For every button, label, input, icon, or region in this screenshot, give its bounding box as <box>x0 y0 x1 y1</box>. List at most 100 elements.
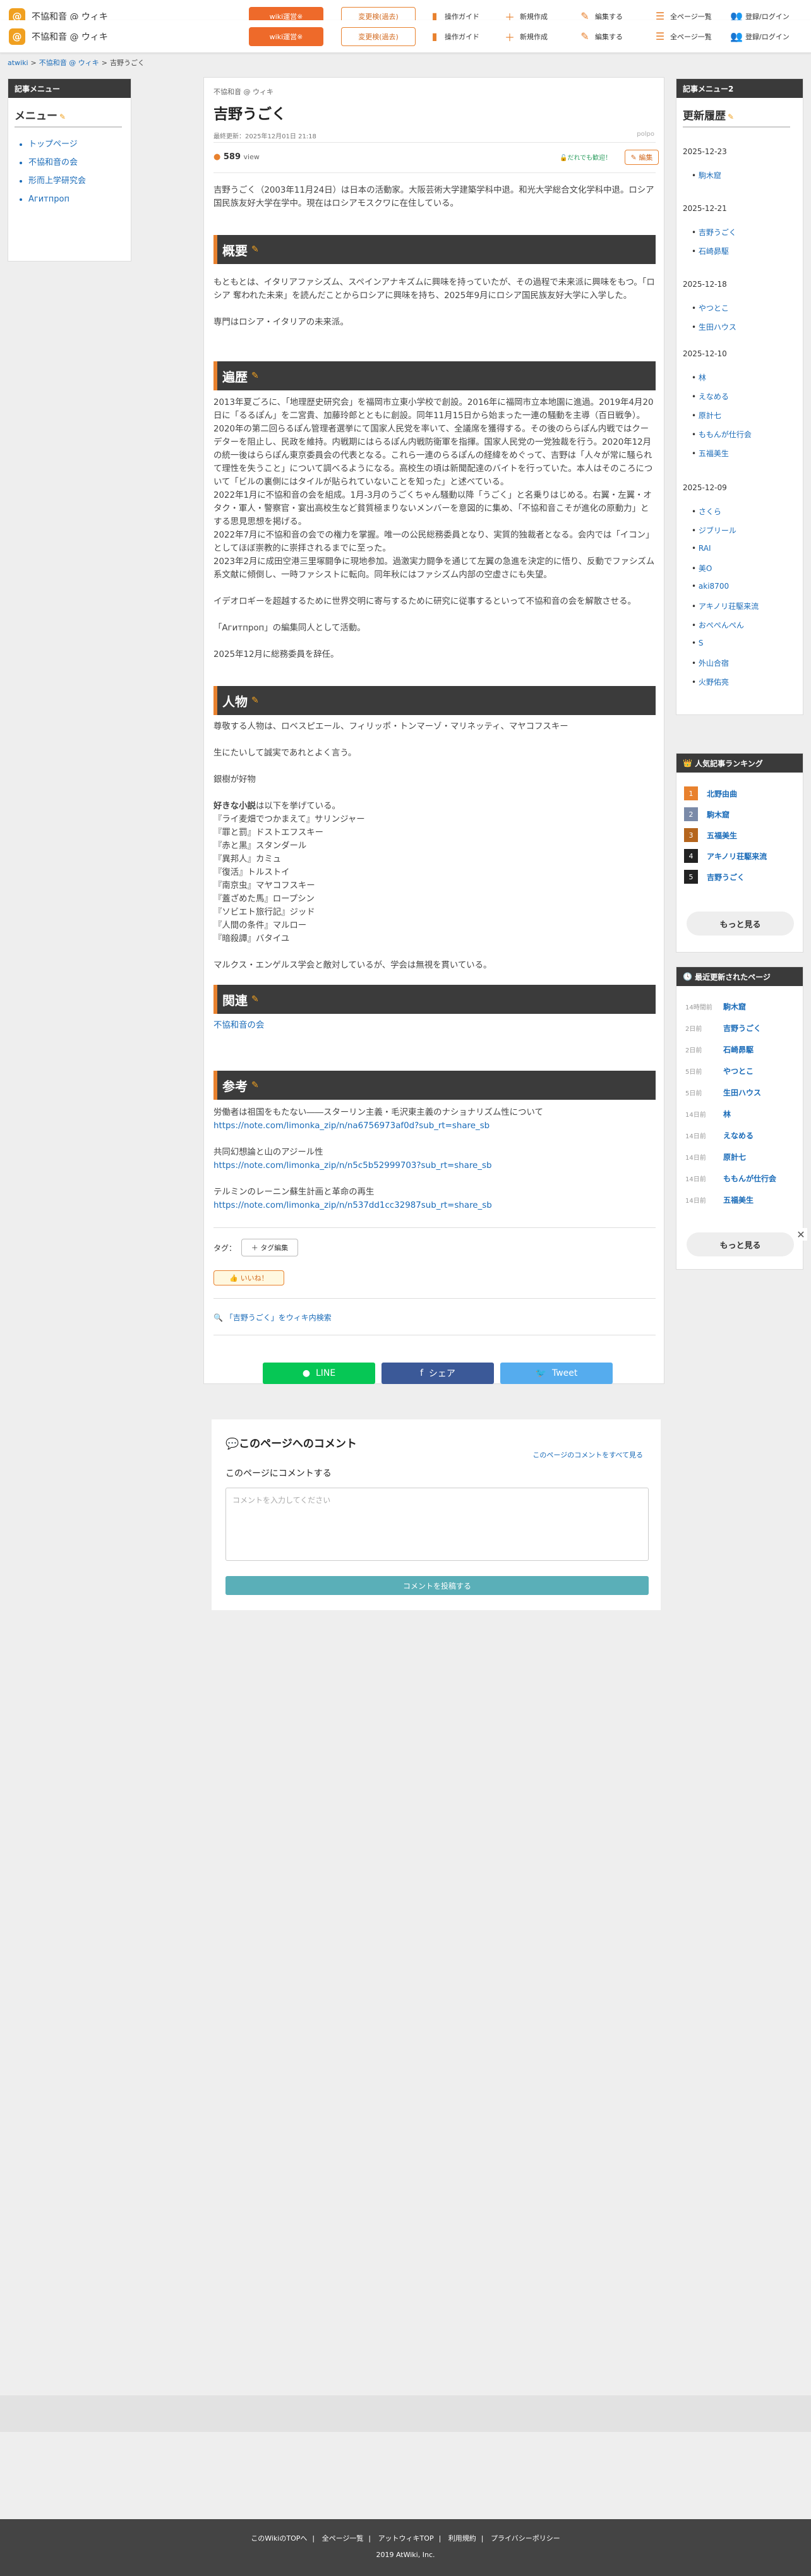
rank-title[interactable]: 吉野うごく <box>707 872 745 882</box>
view-all-comments-link[interactable]: このページのコメントをすべて見る <box>532 1450 643 1460</box>
paragraph: 2022年1月に不協和音の会を組成。1月-3月のうごくちゃん騒動以降「うごく」と… <box>213 491 652 527</box>
history-item[interactable]: • さくら <box>692 506 721 517</box>
history-item[interactable]: • 生田ハウス <box>692 322 736 332</box>
history-button[interactable]: 変更検(過去) <box>341 27 416 46</box>
history-item[interactable]: • 原計七 <box>692 410 721 421</box>
recent-item[interactable]: 14時間前 駒木窟 <box>685 1001 746 1012</box>
site-brand[interactable]: @ 不協和音 @ ウィキ <box>0 28 240 45</box>
facebook-icon: f <box>420 1368 424 1378</box>
facebook-share-button[interactable]: f シェア <box>381 1363 494 1384</box>
recent-title[interactable]: 石崎昴駆 <box>723 1044 754 1055</box>
nav-label: 新規作成 <box>520 32 548 41</box>
history-item[interactable]: • 外山合宿 <box>692 658 729 668</box>
recent-title[interactable]: 駒木窟 <box>723 1001 746 1012</box>
comment-textarea[interactable]: コメントを入力してください <box>225 1488 649 1561</box>
search-in-wiki[interactable]: 🔍 「吉野うごく」をウィキ内検索 <box>213 1312 332 1323</box>
pencil-icon[interactable]: ✎ <box>251 994 259 1004</box>
recent-item[interactable]: 14日前 五福美生 <box>685 1195 754 1205</box>
breadcrumb-atwiki[interactable]: atwiki <box>8 59 28 67</box>
recent-title[interactable]: やつとこ <box>723 1066 754 1076</box>
rank-title[interactable]: 北野由曲 <box>707 788 737 799</box>
like-button[interactable]: 👍 いいね！ <box>213 1270 284 1285</box>
pencil-icon[interactable]: ✎ <box>251 695 259 706</box>
history-item[interactable]: • 石崎昴駆 <box>692 246 729 256</box>
recent-title[interactable]: 吉野うごく <box>723 1023 761 1033</box>
close-icon[interactable]: ✕ <box>795 1228 807 1241</box>
menu-item-keijijo[interactable]: 形而上学研究会 <box>28 172 131 190</box>
menu-item-top[interactable]: トップページ <box>28 135 131 153</box>
recent-item[interactable]: 2日前 吉野うごく <box>685 1023 761 1033</box>
ranking-item[interactable]: 3 五福美生 <box>684 828 737 842</box>
footer-link[interactable]: アットウィキTOP <box>378 2534 434 2543</box>
book-list: 『ライ麦畑でつかまえて』サリンジャー 『罪と罰』ドストエフスキー 『赤と黒』スタ… <box>213 813 656 946</box>
recent-title[interactable]: 林 <box>723 1109 731 1119</box>
site-title[interactable]: 不協和音 @ ウィキ <box>32 30 108 43</box>
history-item[interactable]: • 林 <box>692 372 706 383</box>
ref-link[interactable]: https://note.com/limonka_zip/n/n5c5b5299… <box>213 1159 656 1172</box>
rank-title[interactable]: アキノリ荘駆来流 <box>707 851 767 862</box>
book-item: 『蓋ざめた馬』ロープシン <box>213 894 315 904</box>
history-item[interactable]: • aki8700 <box>692 582 729 591</box>
rank-title[interactable]: 駒木窟 <box>707 809 730 820</box>
footer-link[interactable]: このWikiのTOPへ <box>251 2534 307 2543</box>
history-item[interactable]: • 火野佑亮 <box>692 677 729 687</box>
recent-item[interactable]: 2日前 石崎昴駆 <box>685 1044 754 1055</box>
wiki-operate-button[interactable]: wiki運営※ <box>249 27 323 46</box>
recent-item[interactable]: 14日前 えなめる <box>685 1130 754 1141</box>
pencil-icon[interactable]: ✎ <box>728 112 734 121</box>
ref-link[interactable]: https://note.com/limonka_zip/n/na6756973… <box>213 1119 656 1133</box>
ranking-item[interactable]: 4 アキノリ荘駆来流 <box>684 849 767 863</box>
nav-new[interactable]: ＋ 新規作成 <box>498 29 574 44</box>
pencil-icon[interactable]: ✎ <box>251 1080 259 1090</box>
history-item[interactable]: • S <box>692 639 704 647</box>
recent-title[interactable]: 五福美生 <box>723 1195 754 1205</box>
edit-button[interactable]: ✎ 編集 <box>625 150 659 165</box>
breadcrumb-wiki[interactable]: 不協和音 @ ウィキ <box>39 59 99 67</box>
recent-item[interactable]: 5日前 生田ハウス <box>685 1087 761 1098</box>
tag-edit-button[interactable]: ＋ タグ編集 <box>241 1239 299 1256</box>
pencil-icon[interactable]: ✎ <box>251 244 259 255</box>
recent-item[interactable]: 14日前 ももんが仕行会 <box>685 1173 776 1184</box>
comment-submit-button[interactable]: コメントを投稿する <box>225 1576 649 1595</box>
recent-more-button[interactable]: もっと見る <box>687 1232 794 1256</box>
recent-title[interactable]: えなめる <box>723 1130 754 1141</box>
nav-login[interactable]: 👥 登録/ログイン <box>724 30 799 42</box>
recent-item[interactable]: 14日前 原計七 <box>685 1152 746 1162</box>
history-item[interactable]: • おぺぺんぺん <box>692 620 744 630</box>
footer-link[interactable]: 利用規約 <box>448 2534 476 2543</box>
history-item[interactable]: • RAI <box>692 544 711 553</box>
nav-guide[interactable]: ▮ 操作ガイド <box>423 30 498 42</box>
history-item[interactable]: • アキノリ荘駆来流 <box>692 601 759 611</box>
recent-item[interactable]: 14日前 林 <box>685 1109 731 1119</box>
ref-link[interactable]: https://note.com/limonka_zip/n/n537dd1cc… <box>213 1199 656 1212</box>
pencil-icon[interactable]: ✎ <box>59 112 66 121</box>
menu-item-agitprop[interactable]: Агитпроп <box>28 190 131 208</box>
ranking-item[interactable]: 1 北野由曲 <box>684 786 737 800</box>
recent-title[interactable]: 原計七 <box>723 1152 746 1162</box>
rank-title[interactable]: 五福美生 <box>707 830 737 841</box>
footer-link[interactable]: プライバシーポリシー <box>491 2534 560 2543</box>
related-link[interactable]: 不協和音の会 <box>213 1021 264 1030</box>
ranking-more-button[interactable]: もっと見る <box>687 912 794 936</box>
history-item[interactable]: • やつとこ <box>692 303 729 313</box>
twitter-share-button[interactable]: 🐦 Tweet <box>500 1363 613 1384</box>
ranking-item[interactable]: 5 吉野うごく <box>684 870 745 884</box>
line-share-button[interactable]: ● LINE <box>263 1363 375 1384</box>
menu-item-fukyowaon[interactable]: 不協和音の会 <box>28 153 131 172</box>
history-item[interactable]: • ジブリール <box>692 525 736 536</box>
nav-edit[interactable]: ✎ 編集する <box>574 30 649 42</box>
recent-title[interactable]: ももんが仕行会 <box>723 1173 776 1184</box>
history-item[interactable]: • えなめる <box>692 391 729 402</box>
history-item[interactable]: • 吉野うごく <box>692 227 736 238</box>
history-item[interactable]: • 駒木窟 <box>692 170 721 181</box>
nav-all-pages[interactable]: ☰ 全ページ一覧 <box>649 30 724 42</box>
footer-link[interactable]: 全ページ一覧 <box>322 2534 364 2543</box>
ranking-item[interactable]: 2 駒木窟 <box>684 807 730 821</box>
recent-title[interactable]: 生田ハウス <box>723 1087 761 1098</box>
history-item[interactable]: • ももんが仕行会 <box>692 429 752 440</box>
search-in-wiki-link[interactable]: 「吉野うごく」をウィキ内検索 <box>225 1313 332 1322</box>
recent-item[interactable]: 5日前 やつとこ <box>685 1066 754 1076</box>
history-item[interactable]: • 五福美生 <box>692 448 729 459</box>
pencil-icon[interactable]: ✎ <box>251 371 259 381</box>
history-item[interactable]: • 美O <box>692 563 712 574</box>
